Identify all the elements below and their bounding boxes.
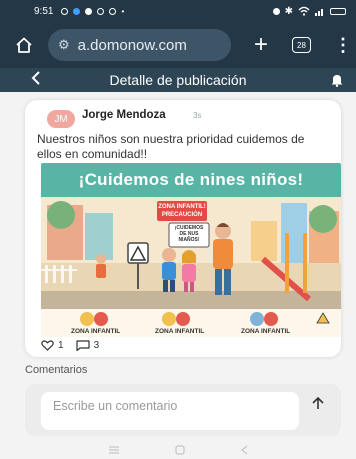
system-nav-bar [0,441,356,459]
arrow-up-icon [312,396,324,409]
wifi-icon [298,6,310,16]
media-icon [97,7,105,15]
back-nav-icon[interactable] [239,444,249,456]
avatar[interactable]: JM [47,110,75,128]
heart-icon [41,340,54,351]
tab-switcher-button[interactable]: 28 [292,37,311,53]
like-count: 1 [58,340,64,351]
app-header: Detalle de publicación [0,68,356,92]
send-comment-button[interactable] [307,392,329,414]
bell-icon [331,75,343,87]
tab-count: 28 [297,40,306,50]
post-author[interactable]: Jorge Mendoza [82,109,166,121]
address-bar[interactable]: ⚙ a.domonow.com [48,29,231,61]
media-icon [109,7,117,15]
battery-icon [330,7,346,15]
notification-icons: • [61,7,124,16]
site-settings-icon[interactable]: ⚙ [58,37,70,53]
comment-count: 3 [93,340,100,351]
comment-composer [25,384,341,436]
zone-label: ZONA INFANTIL [71,328,121,335]
screen: 9:51 • ✱ ⚙ a.domonow.com + 28 ⋮ Detalle … [0,0,356,459]
comment-button[interactable]: 3 [75,340,100,351]
post-stats: 1 3 [41,340,111,351]
page-title: Detalle de publicación [109,72,247,88]
system-icons: ✱ [272,5,346,17]
caution-sign-text: ZONA INFANTIL! PRECAUCIÓN [158,204,206,218]
status-bar: 9:51 • ✱ [0,0,356,22]
image-banner-text: ¡Cuidemos de nines niños! [41,163,341,197]
browser-menu-button[interactable]: ⋮ [334,35,352,56]
zone-label: ZONA INFANTIL [155,328,205,335]
browser-toolbar: ⚙ a.domonow.com + 28 ⋮ [0,22,356,68]
notification-icon [61,7,69,15]
new-tab-button[interactable]: + [249,33,273,57]
status-time: 9:51 [34,5,54,17]
url-text: a.domonow.com [77,36,187,54]
vibrate-icon [272,7,280,15]
zone-label: ZONA INFANTIL [241,328,291,335]
signal-icon [315,8,323,16]
post-image[interactable]: ¡Cuidemos de nines niños! ZONA INFANTIL!… [41,163,341,337]
like-button[interactable]: 1 [41,340,64,351]
more-dot-icon: • [121,6,125,16]
bluetooth-icon: ✱ [284,5,293,17]
home-nav-icon[interactable] [174,444,186,456]
home-icon [16,37,32,53]
avatar-initials: JM [54,113,68,125]
home-button[interactable] [10,31,38,59]
notifications-button[interactable] [330,73,344,87]
post-text: Nuestros niños son nuestra prioridad cui… [37,132,305,161]
board-text: ¡CUIDEMOS DE NUS NIAÑOS! [174,225,204,243]
chat-icon [85,7,93,15]
facebook-icon [73,7,81,15]
post-card: JM Jorge Mendoza 3s Nuestros niños son n… [25,100,341,357]
comments-label: Comentarios [25,364,88,376]
comment-icon [75,340,90,351]
comment-input[interactable] [41,392,299,430]
post-time: 3s [193,111,202,120]
recents-icon[interactable] [107,445,121,455]
